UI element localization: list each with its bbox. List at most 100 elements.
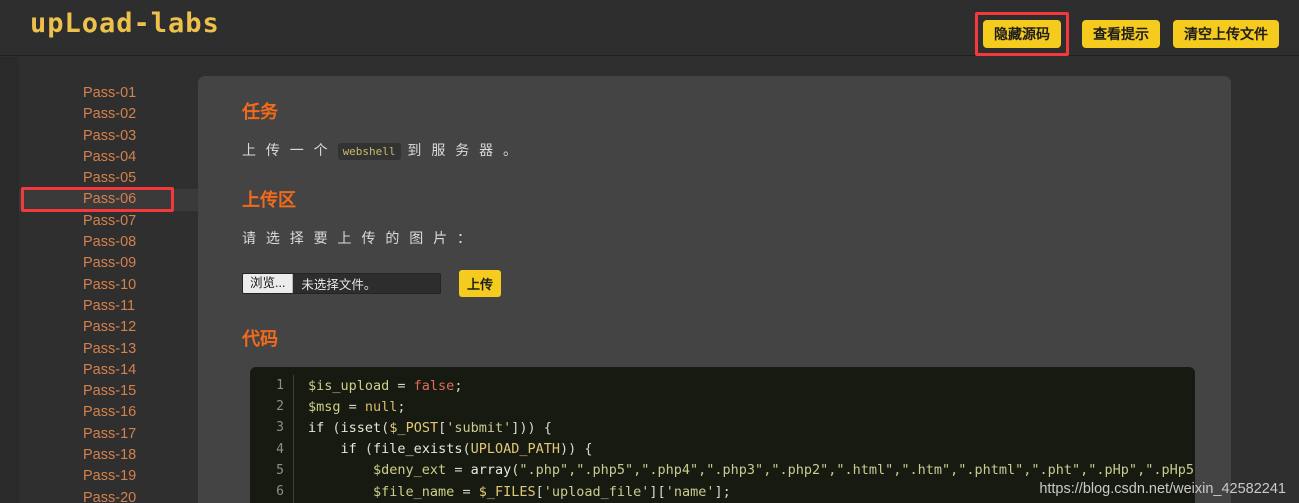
code-token: $file_name	[373, 483, 455, 500]
webshell-inline-code: webshell	[337, 143, 401, 160]
code-token: isset	[340, 419, 382, 436]
code-line-number: 1	[250, 375, 294, 397]
page-body: Pass-01 Pass-02 Pass-03 Pass-04 Pass-05 Pass-…	[0, 57, 1299, 503]
sidebar-item-pass-09[interactable]: Pass-09	[19, 253, 205, 274]
code-line-content: if (isset($_POST['submit'])) {	[294, 420, 552, 436]
code-token: array	[470, 462, 512, 479]
code-token: =	[389, 377, 414, 394]
sidebar-item-pass-02[interactable]: Pass-02	[19, 104, 205, 125]
code-token: 'submit'	[446, 419, 512, 436]
upload-form-row: 浏览... 未选择文件。 上传	[242, 270, 1187, 297]
sidebar-item-label: Pass-20	[83, 489, 137, 503]
sidebar-item-pass-04[interactable]: Pass-04	[19, 147, 205, 168]
sidebar-item-label: Pass-14	[83, 361, 137, 378]
code-token: $_FILES	[478, 483, 536, 500]
sidebar-item-label: Pass-01	[83, 85, 137, 101]
code-token: if	[340, 441, 357, 458]
submit-upload-button[interactable]: 上传	[459, 270, 502, 297]
code-token: 'name'	[665, 483, 715, 500]
sidebar-item-pass-12[interactable]: Pass-12	[19, 317, 205, 338]
browse-button[interactable]: 浏览...	[243, 274, 294, 293]
sidebar-item-pass-01[interactable]: Pass-01	[19, 83, 205, 104]
sidebar-item-label: Pass-15	[83, 383, 137, 400]
site-logo[interactable]: upLoad-labs	[30, 8, 220, 39]
sidebar-item-label: Pass-09	[83, 255, 137, 272]
sidebar-item-label: Pass-19	[83, 468, 137, 485]
sidebar-item-label: Pass-13	[83, 340, 137, 357]
code-token: ;	[397, 398, 406, 415]
sidebar-item-pass-05[interactable]: Pass-05	[19, 168, 205, 189]
file-input[interactable]: 浏览... 未选择文件。	[242, 273, 441, 294]
code-line-number: 2	[250, 396, 294, 418]
sidebar-item-label: Pass-10	[83, 276, 137, 293]
sidebar-item-pass-15[interactable]: Pass-15	[19, 381, 205, 402]
sidebar-item-label: Pass-04	[83, 148, 137, 165]
sidebar-item-pass-16[interactable]: Pass-16	[19, 402, 205, 423]
left-rail	[0, 57, 19, 503]
sidebar-item-label: Pass-07	[83, 212, 137, 229]
code-line-number: 6	[250, 480, 294, 503]
navbar-button-1[interactable]: 查看提示	[1082, 20, 1160, 48]
sidebar-item-label: Pass-08	[83, 234, 137, 251]
navbar-button-wrap-1: 查看提示	[1082, 20, 1160, 48]
code-line-content: $file_name = $_FILES['upload_file']['nam…	[294, 484, 731, 500]
code-token: (	[462, 441, 471, 458]
sidebar-item-pass-06[interactable]: Pass-06	[19, 187, 205, 213]
sidebar-item-pass-08[interactable]: Pass-08	[19, 232, 205, 253]
code-line: 2 $msg = null;	[250, 396, 1195, 418]
code-token: UPLOAD_PATH	[470, 441, 560, 458]
code-line: 5 $deny_ext = array(".php",".php5",".php…	[250, 459, 1195, 481]
watermark-text: https://blog.csdn.net/weixin_42582241	[1039, 481, 1286, 497]
code-token: =	[446, 462, 471, 479]
sidebar-item-label: Pass-11	[83, 297, 136, 314]
code-token: 'upload_file'	[543, 483, 650, 500]
sidebar-item-pass-11[interactable]: Pass-11	[19, 296, 205, 317]
code-line-number: 3	[250, 417, 294, 439]
sidebar-item-pass-17[interactable]: Pass-17	[19, 424, 205, 445]
navbar-button-0[interactable]: 隐藏源码	[983, 20, 1061, 48]
sidebar-item-pass-19[interactable]: Pass-19	[19, 466, 205, 487]
task-heading: 任务	[242, 102, 278, 122]
code-token: ".php",".php5",".php4",".php3",".php2","…	[519, 462, 1195, 479]
code-token: ])) {	[511, 419, 552, 436]
main-content-panel: 任务 上 传 一 个 webshell 到 服 务 器 。 上传区 请 选 择 …	[198, 76, 1231, 503]
sidebar-item-pass-03[interactable]: Pass-03	[19, 126, 205, 147]
code-token: [	[535, 483, 544, 500]
code-token: file_exists	[373, 441, 463, 458]
code-token: (	[324, 419, 341, 436]
navbar-actions: 隐藏源码 查看提示 清空上传文件	[975, 12, 1279, 56]
sidebar-item-pass-18[interactable]: Pass-18	[19, 445, 205, 466]
code-line-content: $msg = null;	[294, 399, 406, 415]
code-token: $deny_ext	[373, 462, 447, 479]
code-token: ;	[454, 377, 463, 394]
sidebar-item-pass-07[interactable]: Pass-07	[19, 211, 205, 232]
sidebar-item-pass-20[interactable]: Pass-20	[19, 488, 205, 503]
upload-area-heading: 上传区	[242, 190, 296, 210]
sidebar-item-pass-10[interactable]: Pass-10	[19, 275, 205, 296]
sidebar-item-pass-14[interactable]: Pass-14	[19, 360, 205, 381]
navbar-button-2[interactable]: 清空上传文件	[1173, 20, 1279, 48]
code-token: )) {	[560, 441, 593, 458]
sidebar-item-pass-13[interactable]: Pass-13	[19, 339, 205, 360]
code-line-number: 5	[250, 459, 294, 481]
code-token: ][	[649, 483, 666, 500]
code-line: 1 $is_upload = false;	[250, 375, 1195, 397]
sidebar-item-label: Pass-16	[83, 404, 137, 421]
sidebar-item-label: Pass-05	[83, 170, 137, 187]
sidebar-item-label: Pass-03	[83, 127, 137, 144]
code-line-number: 4	[250, 438, 294, 460]
level-sidebar: Pass-01 Pass-02 Pass-03 Pass-04 Pass-05 Pass-…	[19, 57, 205, 503]
code-heading: 代码	[242, 329, 278, 349]
code-line: 3 if (isset($_POST['submit'])) {	[250, 417, 1195, 439]
upload-instruction-label: 请 选 择 要 上 传 的 图 片 ：	[242, 230, 475, 246]
code-token: [	[438, 419, 447, 436]
top-navbar: upLoad-labs 隐藏源码 查看提示 清空上传文件	[0, 0, 1299, 56]
code-line-content: $is_upload = false;	[294, 378, 462, 394]
sidebar-item-label: Pass-06	[83, 191, 137, 208]
task-text-after: 到 服 务 器 。	[400, 142, 520, 158]
code-line: 4 if (file_exists(UPLOAD_PATH)) {	[250, 438, 1195, 460]
navbar-button-wrap-0: 隐藏源码	[975, 12, 1069, 56]
